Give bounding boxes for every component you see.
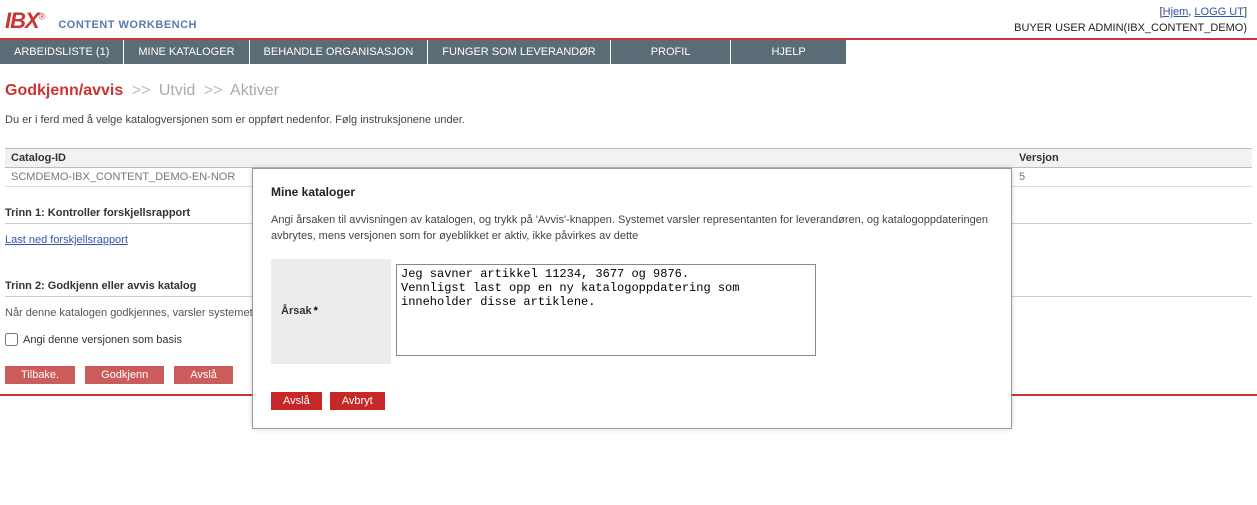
back-button[interactable]: Tilbake. [5,366,75,384]
download-diff-report-link[interactable]: Last ned forskjellsrapport [5,234,128,246]
required-mark: * [314,305,318,317]
logo: IBX® [5,8,44,34]
catalog-version-value: 5 [1013,168,1252,186]
reason-textarea[interactable] [396,264,816,356]
logout-link[interactable]: LOGG UT [1194,6,1244,18]
instruction-text: Du er i ferd med å velge katalogversjone… [5,114,1252,126]
dialog-desc: Angi årsaken til avvisningen av kataloge… [271,213,993,245]
nav-profile[interactable]: PROFIL [611,40,732,64]
approve-button[interactable]: Godkjenn [85,366,164,384]
basis-checkbox-label: Angi denne versjonen som basis [23,334,182,346]
reject-button[interactable]: Avslå [174,366,233,384]
breadcrumb-step3: Aktiver [230,82,279,99]
breadcrumb-current: Godkjenn/avvis [5,82,123,99]
dialog-form: Årsak * [271,259,993,364]
breadcrumb: Godkjenn/avvis >> Utvid >> Aktiver [5,82,1252,100]
home-link[interactable]: Hjem [1163,6,1189,18]
nav-worklist[interactable]: ARBEIDSLISTE (1) [0,40,124,64]
nav-help[interactable]: HJELP [731,40,846,64]
dialog-cancel-button[interactable]: Avbryt [330,392,385,410]
dialog-buttons: Avslå Avbryt [271,392,993,410]
dialog-reject-button[interactable]: Avslå [271,392,322,410]
app-title: CONTENT WORKBENCH [58,19,197,31]
logo-area: IBX® CONTENT WORKBENCH [5,8,197,34]
header-right: [Hjem, LOGG UT] BUYER USER ADMIN(IBX_CON… [1014,6,1247,34]
bracket: ] [1244,6,1247,18]
user-info: BUYER USER ADMIN(IBX_CONTENT_DEMO) [1014,22,1247,34]
nav-manage-org[interactable]: BEHANDLE ORGANISASJON [250,40,429,64]
header: IBX® CONTENT WORKBENCH [Hjem, LOGG UT] B… [0,0,1257,40]
dialog-title: Mine kataloger [271,185,993,199]
chevron-icon: >> [204,82,223,99]
chevron-icon: >> [132,82,151,99]
basis-checkbox[interactable] [5,333,18,346]
reason-label: Årsak * [271,259,391,364]
catalog-version-header: Versjon [1013,149,1252,167]
nav-my-catalogs[interactable]: MINE KATALOGER [124,40,249,64]
main-nav: ARBEIDSLISTE (1) MINE KATALOGER BEHANDLE… [0,40,1257,64]
catalog-id-header: Catalog-ID [5,149,1013,167]
nav-act-as-supplier[interactable]: FUNGER SOM LEVERANDØR [428,40,610,64]
breadcrumb-step2: Utvid [159,82,195,99]
reject-dialog: Mine kataloger Angi årsaken til avvisnin… [252,168,1012,429]
